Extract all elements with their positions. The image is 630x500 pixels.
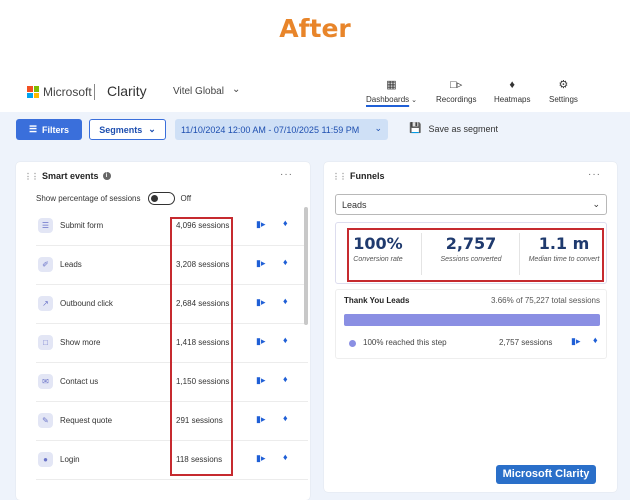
segments-button[interactable]: Segments ⌄ [89, 119, 166, 140]
nav-recordings[interactable]: □▹ Recordings [436, 78, 476, 104]
recording-icon[interactable]: ▮▸ [571, 336, 580, 347]
more-options-icon[interactable]: ··· [588, 169, 601, 180]
recording-icon[interactable]: ▮▸ [256, 336, 265, 347]
quote-icon: ✎ [38, 413, 53, 428]
step-legend-dot [349, 340, 356, 347]
chevron-down-icon: ⌄ [592, 199, 600, 209]
leads-icon: ✐ [38, 257, 53, 272]
funnel-step[interactable]: Thank You Leads 3.66% of 75,227 total se… [335, 289, 607, 359]
heatmap-icon[interactable]: ♦ [283, 452, 288, 462]
highlight-box-sessions [170, 217, 233, 476]
more-options-icon[interactable]: ··· [280, 169, 293, 180]
chevron-down-icon: ⌄ [374, 123, 382, 133]
highlight-box-kpis [347, 228, 604, 282]
nav-settings[interactable]: ⚙ Settings [549, 78, 578, 104]
filters-button[interactable]: ☰ Filters [16, 119, 82, 140]
microsoft-clarity-badge: Microsoft Clarity [496, 465, 596, 484]
percentage-toggle[interactable] [147, 192, 175, 205]
funnels-card: ⋮⋮ Funnels ··· Leads ⌄ 100% Conversion r… [324, 162, 617, 492]
save-icon: 💾 [409, 123, 422, 134]
recording-icon[interactable]: ▮▸ [256, 453, 265, 464]
percentage-toggle-row: Show percentage of sessions Off [36, 192, 192, 205]
recording-icon[interactable]: ▮▸ [256, 258, 265, 269]
after-banner: After [279, 14, 351, 43]
filter-icon: ☰ [28, 124, 38, 134]
show-more-icon: □ [38, 335, 53, 350]
heatmap-icon[interactable]: ♦ [593, 335, 598, 345]
dashboard-icon: ▦ [386, 79, 397, 91]
card-title: ⋮⋮ Funnels [332, 171, 385, 181]
toggle-state: Off [180, 194, 192, 203]
outbound-icon: ↗ [38, 296, 53, 311]
heatmap-icon[interactable]: ♦ [283, 218, 288, 228]
project-selector[interactable]: Vitel Global [173, 86, 224, 97]
drag-handle-icon[interactable]: ⋮⋮ [332, 172, 347, 181]
chevron-down-icon[interactable]: ⌄ [232, 84, 240, 95]
microsoft-logo [27, 86, 39, 98]
contact-icon: ✉ [38, 374, 53, 389]
step-progress-fill [344, 314, 600, 326]
date-range-picker[interactable]: 11/10/2024 12:00 AM - 07/10/2025 11:59 P… [175, 119, 388, 140]
recording-icon[interactable]: ▮▸ [256, 375, 265, 386]
login-icon: ● [38, 452, 53, 467]
chevron-down-icon: ⌄ [148, 124, 156, 134]
brand-name: Microsoft [43, 85, 92, 99]
heatmap-icon[interactable]: ♦ [283, 374, 288, 384]
funnel-select[interactable]: Leads ⌄ [335, 194, 607, 215]
recording-icon[interactable]: ▮▸ [256, 414, 265, 425]
filter-toolbar: ☰ Filters Segments ⌄ 11/10/2024 12:00 AM… [0, 112, 630, 148]
recording-icon[interactable]: ▮▸ [256, 219, 265, 230]
settings-icon: ⚙ [558, 79, 569, 91]
app-name[interactable]: Clarity [107, 83, 147, 99]
brand-divider [94, 84, 95, 100]
form-icon: ☰ [38, 218, 53, 233]
heatmap-icon[interactable]: ♦ [283, 296, 288, 306]
save-segment-button[interactable]: 💾 Save as segment [409, 123, 498, 134]
card-title: ⋮⋮ Smart events i [24, 171, 111, 181]
top-bar: Microsoft Clarity Vitel Global ⌄ ▦ Dashb… [0, 76, 630, 112]
recordings-icon: □▹ [450, 79, 463, 91]
step-progress-bar [344, 314, 600, 326]
scrollbar[interactable] [304, 207, 308, 325]
drag-handle-icon[interactable]: ⋮⋮ [24, 172, 39, 181]
heatmap-icon[interactable]: ♦ [283, 335, 288, 345]
heatmap-icon[interactable]: ♦ [283, 413, 288, 423]
nav-dashboards[interactable]: ▦ Dashboards ⌄ [366, 78, 417, 104]
heatmap-icon[interactable]: ♦ [283, 257, 288, 267]
heatmaps-icon: ♦ [509, 79, 516, 91]
recording-icon[interactable]: ▮▸ [256, 297, 265, 308]
info-icon[interactable]: i [102, 172, 111, 180]
nav-heatmaps[interactable]: ♦ Heatmaps [494, 78, 530, 104]
smart-events-card: ⋮⋮ Smart events i ··· Show percentage of… [16, 162, 310, 500]
